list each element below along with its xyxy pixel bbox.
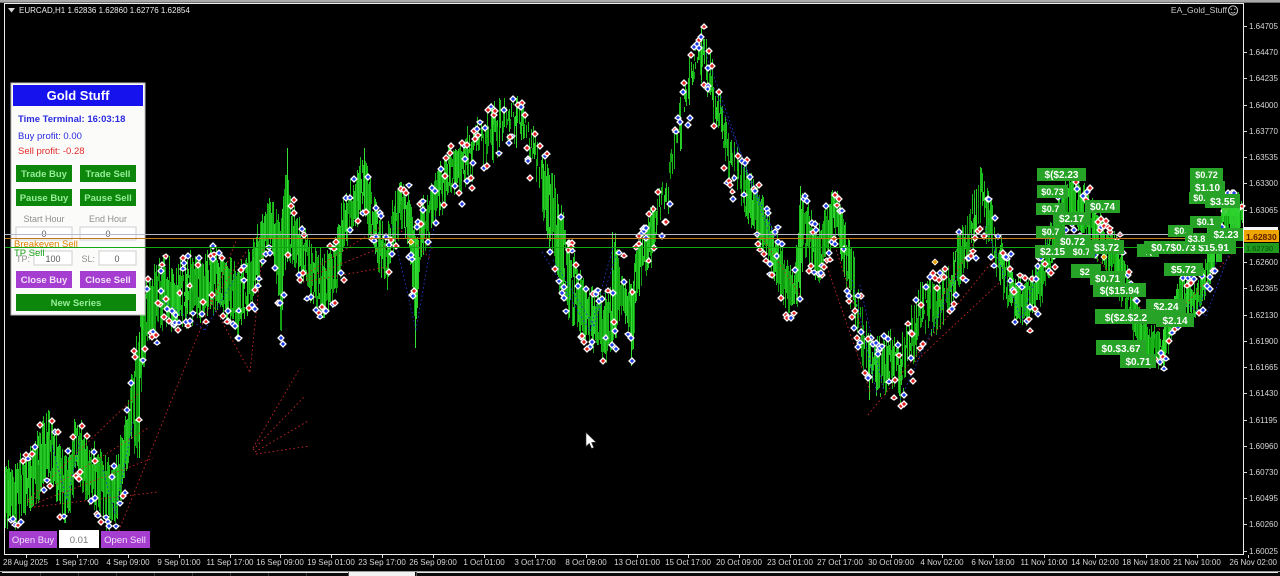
svg-text:1.61900: 1.61900 [1249,337,1278,346]
svg-text:100: 100 [45,254,60,264]
svg-text:9 Sep 01:00: 9 Sep 01:00 [157,558,201,567]
svg-text:1.63065: 1.63065 [1249,206,1278,215]
svg-text:$0.71: $0.71 [1125,357,1150,368]
svg-text:1.63770: 1.63770 [1249,127,1278,136]
svg-text:1.62365: 1.62365 [1249,284,1278,293]
svg-text:20 Oct 09:00: 20 Oct 09:00 [716,558,762,567]
svg-text:13 Oct 01:00: 13 Oct 01:00 [614,558,660,567]
svg-text:1.62730: 1.62730 [1246,244,1273,253]
svg-text:1.64235: 1.64235 [1249,74,1278,83]
svg-text:$5.72: $5.72 [1171,265,1196,276]
svg-text:4 Nov 02:00: 4 Nov 02:00 [920,558,964,567]
svg-text:$0.74: $0.74 [1090,202,1115,213]
svg-text:$2.14: $2.14 [1162,316,1187,327]
svg-text:1.62130: 1.62130 [1249,311,1278,320]
svg-text:Gold Stuff: Gold Stuff [47,88,110,103]
svg-text:EA_Gold_Stuff: EA_Gold_Stuff [1171,5,1228,15]
svg-text:11 Sep 17:00: 11 Sep 17:00 [206,558,254,567]
svg-text:$($2.$2.2: $($2.$2.2 [1105,313,1148,324]
svg-text:$0.73: $0.73 [1041,187,1064,197]
svg-text:$2.23: $2.23 [1213,230,1238,241]
svg-text:1.60495: 1.60495 [1249,494,1278,503]
svg-text:$3.72: $3.72 [1094,243,1119,254]
svg-text:1 Oct 01:00: 1 Oct 01:00 [463,558,505,567]
svg-text:Pause Sell: Pause Sell [84,193,132,204]
svg-text:Trade Buy: Trade Buy [21,169,68,180]
svg-text:26 Nov 02:00: 26 Nov 02:00 [1229,558,1277,567]
svg-text:11 Nov 10:00: 11 Nov 10:00 [1021,558,1069,567]
svg-text:$3.55: $3.55 [1210,197,1235,208]
svg-text:1.62830: 1.62830 [1246,232,1277,242]
svg-text:End Hour: End Hour [89,214,127,224]
svg-text:$($15.94: $($15.94 [1100,286,1140,297]
svg-text:1 Sep 17:00: 1 Sep 17:00 [55,558,99,567]
svg-text:15 Oct 17:00: 15 Oct 17:00 [665,558,711,567]
svg-text:1.64000: 1.64000 [1249,101,1278,110]
svg-text:14 Nov 02:00: 14 Nov 02:00 [1071,558,1119,567]
svg-text:SL:: SL: [81,254,95,264]
svg-text:1.62600: 1.62600 [1249,258,1278,267]
svg-text:1.63535: 1.63535 [1249,153,1278,162]
svg-text:$0.72: $0.72 [1195,170,1218,180]
svg-text:$2.15: $2.15 [1040,247,1065,258]
svg-text:0.01: 0.01 [70,535,89,546]
svg-text:8 Oct 09:00: 8 Oct 09:00 [565,558,607,567]
svg-text:Sell profit: -0.28: Sell profit: -0.28 [18,146,85,157]
svg-text:Time Terminal: 16:03:18: Time Terminal: 16:03:18 [18,114,125,125]
svg-text:1.60260: 1.60260 [1249,520,1278,529]
svg-text:$0.$3.67: $0.$3.67 [1102,344,1141,355]
svg-text:3 Oct 17:00: 3 Oct 17:00 [514,558,556,567]
svg-text:6 Nov 18:00: 6 Nov 18:00 [971,558,1015,567]
svg-text:Close Buy: Close Buy [21,275,68,286]
svg-text:$2.24: $2.24 [1153,302,1178,313]
svg-text:Buy profit: 0.00: Buy profit: 0.00 [18,131,82,142]
svg-text:1.61430: 1.61430 [1249,389,1278,398]
svg-text:23 Sep 17:00: 23 Sep 17:00 [358,558,406,567]
svg-text:$0.: $0. [1193,193,1206,203]
svg-text:30 Oct 09:00: 30 Oct 09:00 [868,558,914,567]
svg-text:Trade Sell: Trade Sell [86,169,131,180]
svg-text:Pause Buy: Pause Buy [20,193,69,204]
svg-text:16 Sep 09:00: 16 Sep 09:00 [256,558,304,567]
svg-text:1.60960: 1.60960 [1249,442,1278,451]
svg-text:Close Sell: Close Sell [85,275,130,286]
svg-text:New Series: New Series [51,298,102,309]
svg-text:Open Buy: Open Buy [12,535,54,546]
svg-text:1.61195: 1.61195 [1249,416,1278,425]
svg-text:$($2.23: $($2.23 [1045,170,1079,181]
svg-text:TP Sell: TP Sell [14,248,44,259]
svg-text:Open Sell: Open Sell [104,535,146,546]
svg-text:$0.1: $0.1 [1197,217,1215,227]
svg-text:$3.8: $3.8 [1188,234,1206,244]
svg-text:27 Oct 17:00: 27 Oct 17:00 [817,558,863,567]
svg-text:0: 0 [114,254,119,264]
svg-text:19 Sep 01:00: 19 Sep 01:00 [307,558,355,567]
svg-text:$2.17: $2.17 [1059,214,1084,225]
svg-text:1.63300: 1.63300 [1249,179,1278,188]
svg-text:EURCAD,H1 1.62836 1.62860 1.6: EURCAD,H1 1.62836 1.62860 1.62776 1.6285… [19,6,190,15]
svg-text:23 Oct 01:00: 23 Oct 01:00 [767,558,813,567]
svg-text:26 Sep 09:00: 26 Sep 09:00 [409,558,457,567]
svg-text:1.64705: 1.64705 [1249,22,1278,31]
svg-text:21 Nov 10:00: 21 Nov 10:00 [1173,558,1221,567]
svg-text:1.60025: 1.60025 [1249,547,1278,556]
svg-text:$0.: $0. [1174,226,1187,236]
svg-text:Start Hour: Start Hour [23,214,64,224]
svg-text:1.60730: 1.60730 [1249,468,1278,477]
svg-text:28 Aug 2025: 28 Aug 2025 [3,558,48,567]
svg-text:4 Sep 09:00: 4 Sep 09:00 [106,558,150,567]
svg-text:1.61665: 1.61665 [1249,363,1278,372]
svg-text:1.64470: 1.64470 [1249,48,1278,57]
svg-text:$0.7: $0.7 [1073,247,1091,257]
svg-text:18 Nov 18:00: 18 Nov 18:00 [1122,558,1170,567]
